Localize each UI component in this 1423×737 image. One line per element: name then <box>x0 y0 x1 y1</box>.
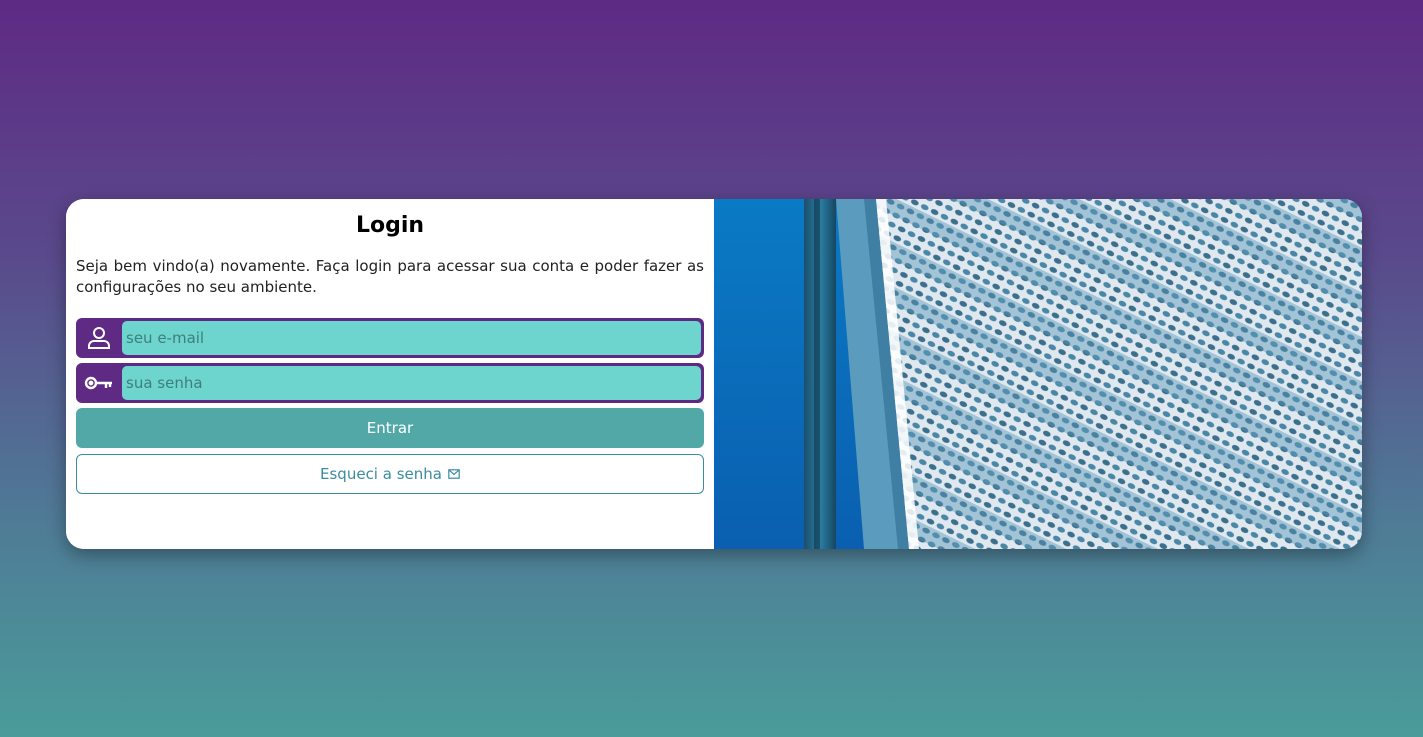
email-input[interactable] <box>122 321 701 355</box>
page-title: Login <box>355 213 425 238</box>
forgot-password-button[interactable]: Esqueci a senha <box>76 454 704 494</box>
user-icon <box>76 321 122 355</box>
email-field-group <box>76 318 704 358</box>
password-input[interactable] <box>122 366 701 400</box>
key-icon <box>76 366 122 400</box>
login-card: Login Seja bem vindo(a) novamente. Faça … <box>66 199 1362 549</box>
password-field-group <box>76 363 704 403</box>
building-facade-image <box>714 199 1362 549</box>
forgot-password-label: Esqueci a senha <box>320 465 442 483</box>
login-panel: Login Seja bem vindo(a) novamente. Faça … <box>66 199 714 549</box>
enter-button[interactable]: Entrar <box>76 408 704 448</box>
mail-icon <box>448 465 460 483</box>
welcome-text: Seja bem vindo(a) novamente. Faça login … <box>76 257 704 296</box>
